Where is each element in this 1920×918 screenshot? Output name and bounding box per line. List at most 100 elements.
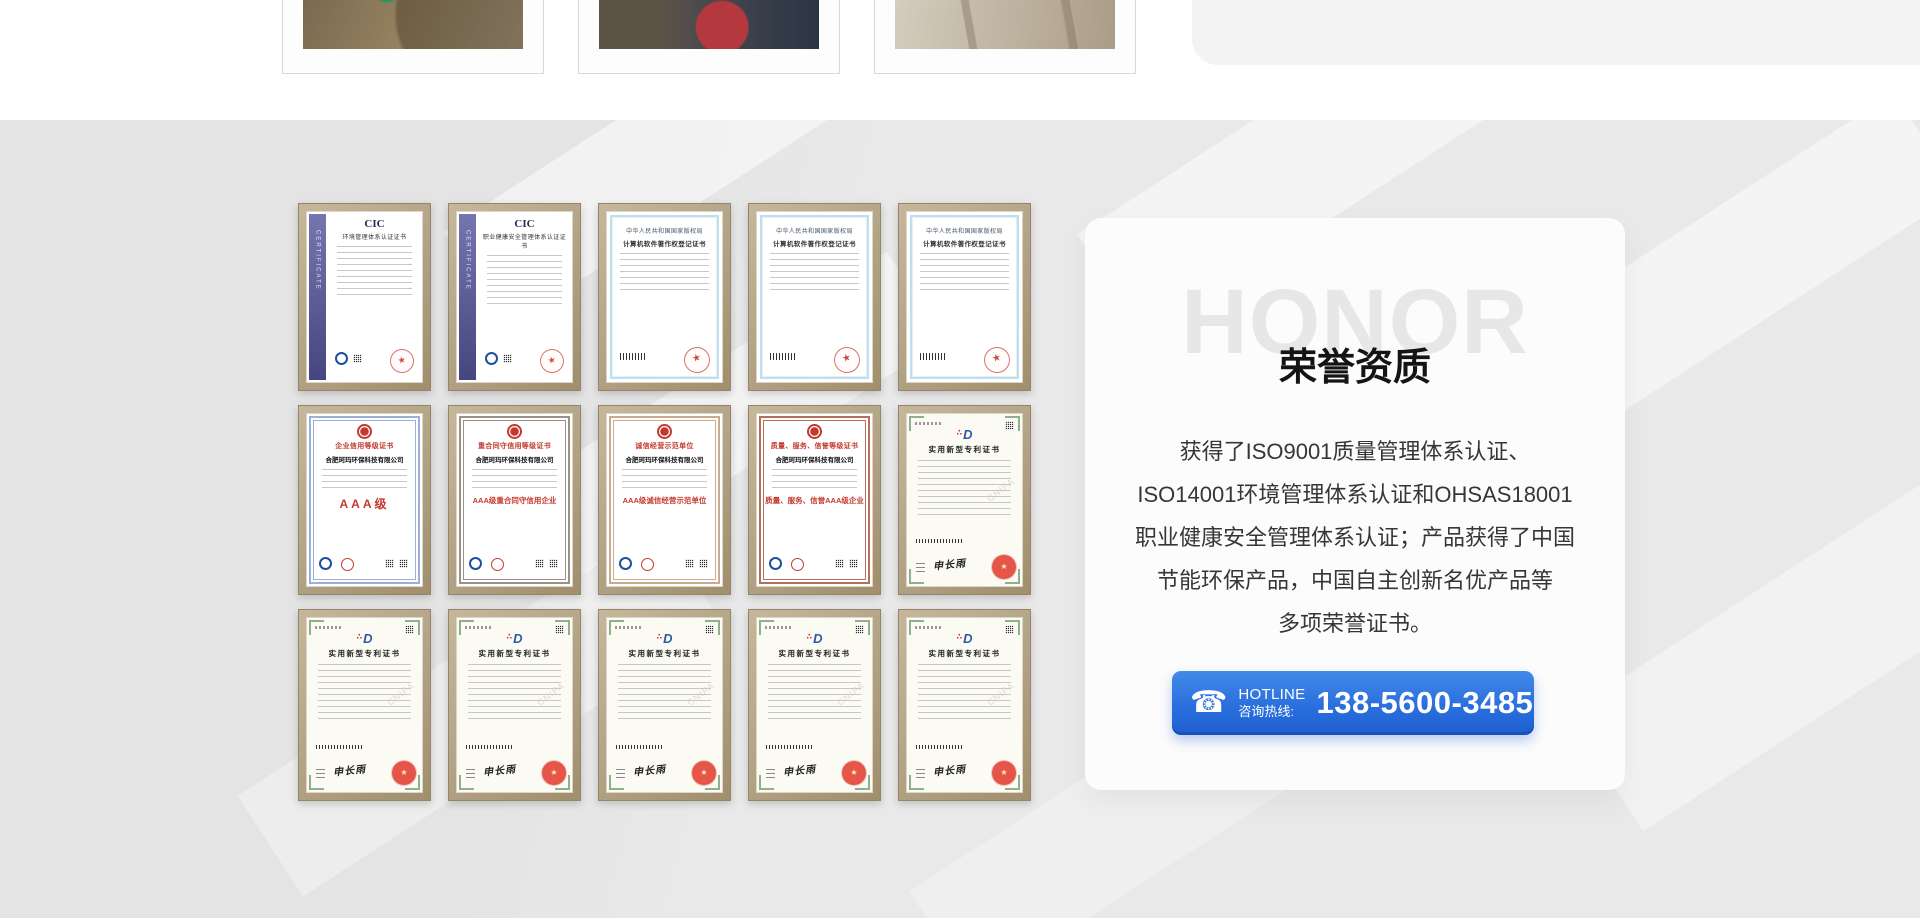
cnipa-logo-icon: ∴D bbox=[306, 632, 423, 645]
certificate-text-lines bbox=[918, 460, 1012, 518]
gallery-card-3[interactable] bbox=[874, 0, 1136, 74]
certificate-enterprise-credit-aaa[interactable]: 企业信用等级证书 合肥珂玛环保科技有限公司 AAA级 bbox=[298, 405, 431, 595]
barcode bbox=[770, 353, 796, 360]
national-emblem-seal-icon: ★ bbox=[692, 761, 716, 785]
blue-seal-icon bbox=[319, 557, 332, 570]
honor-card: HONOR 荣誉资质 获得了ISO9001质量管理体系认证、 ISO14001环… bbox=[1085, 218, 1625, 790]
qr-code bbox=[385, 559, 394, 568]
certificate-title: 实用新型专利证书 bbox=[456, 648, 573, 659]
certificate-title: 实用新型专利证书 bbox=[306, 648, 423, 659]
barcode bbox=[466, 745, 512, 749]
signature-label bbox=[316, 769, 325, 778]
red-emblem-icon bbox=[357, 424, 372, 439]
certificate-number-line bbox=[765, 626, 793, 629]
signature-label bbox=[616, 769, 625, 778]
certificate-text-lines bbox=[918, 664, 1012, 722]
red-seal-icon bbox=[641, 558, 654, 571]
qr-code bbox=[535, 559, 544, 568]
barcode bbox=[916, 745, 962, 749]
national-emblem-seal-icon: ★ bbox=[392, 761, 416, 785]
credit-grade: AAA级重合同守信用企业 bbox=[461, 495, 568, 506]
red-seal-icon bbox=[491, 558, 504, 571]
red-seal-icon bbox=[341, 558, 354, 571]
barcode bbox=[616, 745, 662, 749]
certificate-text-lines bbox=[768, 664, 862, 722]
honor-description: 获得了ISO9001质量管理体系认证、 ISO14001环境管理体系认证和OHS… bbox=[1121, 430, 1589, 645]
red-emblem-icon bbox=[507, 424, 522, 439]
blue-seal-icon bbox=[769, 557, 782, 570]
certificate-software-copyright-2[interactable]: 中华人民共和国国家版权局 计算机软件著作权登记证书 ★ bbox=[748, 203, 881, 391]
qr-code bbox=[399, 559, 408, 568]
certificate-contract-credit-aaa[interactable]: 重合同守信用等级证书 合肥珂玛环保科技有限公司 AAA级重合同守信用企业 bbox=[448, 405, 581, 595]
cnipa-logo-icon: ∴D bbox=[906, 632, 1023, 645]
certificate-number-line bbox=[465, 626, 493, 629]
description-line: 多项荣誉证书。 bbox=[1121, 602, 1589, 645]
blue-seal-icon bbox=[485, 352, 498, 365]
phone-icon: ☎ bbox=[1190, 688, 1227, 718]
certificate-grid: CERTIFICATE CIC 环境管理体系认证证书 ★ bbox=[298, 203, 1031, 801]
certificate-text-lines bbox=[318, 664, 412, 722]
company-name: 合肥珂玛环保科技有限公司 bbox=[761, 454, 868, 464]
certificate-utility-patent-6[interactable]: ∴D 实用新型专利证书 CNIPA 申长雨 ★ bbox=[898, 609, 1031, 801]
qr-code bbox=[835, 559, 844, 568]
commissioner-signature: 申长雨 bbox=[632, 760, 666, 778]
national-emblem-seal-icon: ★ bbox=[842, 761, 866, 785]
certificate-utility-patent-4[interactable]: ∴D 实用新型专利证书 CNIPA 申长雨 ★ bbox=[598, 609, 731, 801]
certificate-title: 实用新型专利证书 bbox=[606, 648, 723, 659]
certificate-title: 诚信经营示范单位 bbox=[611, 441, 718, 451]
previous-section-panel bbox=[1192, 0, 1920, 65]
certificate-text-lines bbox=[472, 469, 558, 491]
certificate-utility-patent-3[interactable]: ∴D 实用新型专利证书 CNIPA 申长雨 ★ bbox=[448, 609, 581, 801]
certificate-title: 计算机软件著作权登记证书 bbox=[762, 238, 867, 248]
certificate-utility-patent-5[interactable]: ∴D 实用新型专利证书 CNIPA 申长雨 ★ bbox=[748, 609, 881, 801]
red-star-seal-icon: ★ bbox=[831, 344, 863, 376]
certificate-utility-patent-2[interactable]: ∴D 实用新型专利证书 CNIPA 申长雨 ★ bbox=[298, 609, 431, 801]
cnipa-logo-icon: ∴D bbox=[756, 632, 873, 645]
description-line: 获得了ISO9001质量管理体系认证、 bbox=[1121, 430, 1589, 473]
national-emblem-seal-icon: ★ bbox=[992, 761, 1016, 785]
description-line: ISO14001环境管理体系认证和OHSAS18001 bbox=[1121, 473, 1589, 516]
certificate-authority: 中华人民共和国国家版权局 bbox=[612, 226, 717, 235]
hotline-phone-number: 138-5600-3485 bbox=[1317, 685, 1534, 721]
certificate-title: 实用新型专利证书 bbox=[906, 444, 1023, 455]
certificate-text-lines bbox=[622, 469, 708, 491]
certificate-quality-service-reputation[interactable]: 质量、服务、信誉等级证书 合肥珂玛环保科技有限公司 质量、服务、信誉AAA级企业 bbox=[748, 405, 881, 595]
credit-grade: AAA级诚信经营示范单位 bbox=[611, 495, 718, 506]
certificate-text-lines bbox=[618, 664, 712, 722]
certificate-title: 重合同守信用等级证书 bbox=[461, 441, 568, 451]
qr-code bbox=[353, 354, 362, 363]
certificate-cic-environment[interactable]: CERTIFICATE CIC 环境管理体系认证证书 ★ bbox=[298, 203, 431, 391]
cic-logo: CIC bbox=[480, 218, 569, 230]
hotline-label-zh: 咨询热线: bbox=[1238, 704, 1305, 719]
qr-code bbox=[699, 559, 708, 568]
certificate-title: 职业健康安全管理体系认证证书 bbox=[480, 232, 569, 250]
hotline-button[interactable]: ☎ HOTLINE 咨询热线: 138-5600-3485 bbox=[1172, 671, 1534, 735]
gallery-card-2[interactable] bbox=[578, 0, 840, 74]
certificate-cic-ohs[interactable]: CERTIFICATE CIC 职业健康安全管理体系认证证书 ★ bbox=[448, 203, 581, 391]
company-name: 合肥珂玛环保科技有限公司 bbox=[311, 454, 418, 464]
barcode bbox=[916, 539, 962, 543]
cnipa-logo-icon: ∴D bbox=[456, 632, 573, 645]
certificate-software-copyright-3[interactable]: 中华人民共和国国家版权局 计算机软件著作权登记证书 ★ bbox=[898, 203, 1031, 391]
commissioner-signature: 申长雨 bbox=[332, 760, 366, 778]
commissioner-signature: 申长雨 bbox=[932, 554, 966, 572]
certificate-integrity-demo-unit[interactable]: 诚信经营示范单位 合肥珂玛环保科技有限公司 AAA级诚信经营示范单位 bbox=[598, 405, 731, 595]
red-emblem-icon bbox=[657, 424, 672, 439]
signature-label bbox=[916, 769, 925, 778]
red-seal-icon bbox=[791, 558, 804, 571]
certificate-utility-patent-1[interactable]: ∴D 实用新型专利证书 CNIPA 申长雨 ★ bbox=[898, 405, 1031, 595]
project-photo-excavation bbox=[303, 0, 523, 49]
certificate-title: 计算机软件著作权登记证书 bbox=[612, 238, 717, 248]
cnipa-logo-icon: ∴D bbox=[606, 632, 723, 645]
certificate-software-copyright-1[interactable]: 中华人民共和国国家版权局 计算机软件著作权登记证书 ★ bbox=[598, 203, 731, 391]
commissioner-signature: 申长雨 bbox=[482, 760, 516, 778]
certificate-number-line bbox=[615, 626, 643, 629]
cic-logo: CIC bbox=[330, 218, 419, 230]
red-star-seal-icon: ★ bbox=[681, 344, 713, 376]
certificate-text-lines bbox=[620, 253, 708, 295]
certificate-text-lines bbox=[772, 469, 858, 491]
gallery-card-1[interactable] bbox=[282, 0, 544, 74]
certificate-text-lines bbox=[487, 255, 562, 309]
certificate-text-lines bbox=[770, 253, 858, 295]
red-star-seal-icon: ★ bbox=[981, 344, 1013, 376]
